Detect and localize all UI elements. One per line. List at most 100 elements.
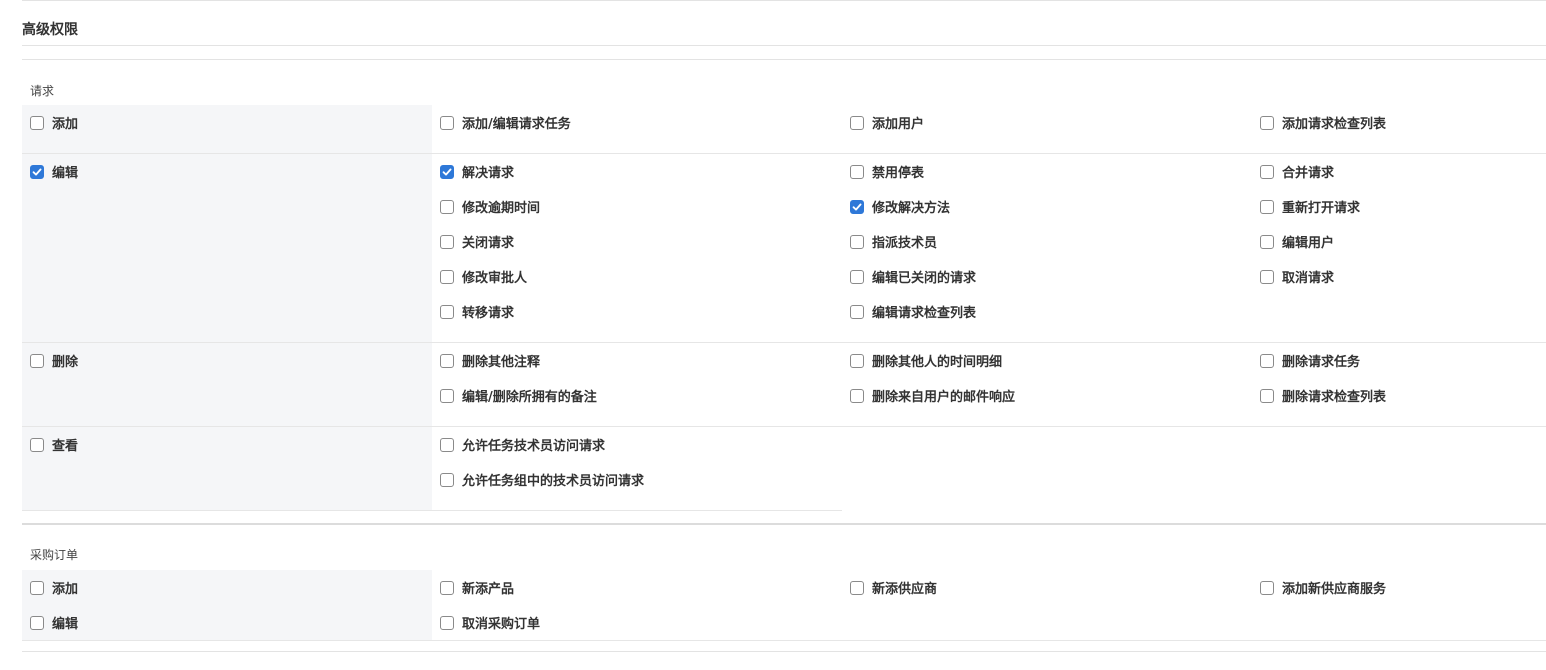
permission-checkbox[interactable]: 添加用户 — [842, 105, 1252, 140]
permission-label: 指派技术员 — [872, 236, 938, 251]
permission-label: 转移请求 — [462, 306, 515, 321]
permission-checkbox[interactable]: 删除请求检查列表 — [1252, 378, 1546, 413]
checkbox[interactable] — [440, 472, 454, 487]
permission-group-checkbox[interactable]: 添加 — [22, 570, 432, 605]
checkbox[interactable] — [850, 199, 864, 214]
permission-label: 修改审批人 — [462, 271, 528, 286]
permission-column: 删除其他注释 编辑/删除所拥有的备注 — [432, 343, 842, 426]
checkbox[interactable] — [30, 437, 44, 452]
permission-checkbox[interactable]: 指派技术员 — [842, 224, 1252, 259]
permission-column — [842, 427, 1252, 510]
checkbox[interactable] — [30, 353, 44, 368]
permission-column: 添加/编辑请求任务 — [432, 105, 842, 153]
checkbox[interactable] — [1260, 580, 1274, 595]
checkbox[interactable] — [440, 304, 454, 319]
permission-group-checkbox[interactable]: 删除 — [22, 343, 432, 378]
permission-checkbox[interactable]: 新添产品 — [432, 570, 842, 605]
permission-column: 添加用户 — [842, 105, 1252, 153]
checkbox[interactable] — [850, 115, 864, 130]
checkbox[interactable] — [440, 437, 454, 452]
permission-label: 添加请求检查列表 — [1282, 117, 1387, 132]
permission-column — [1252, 427, 1546, 510]
permission-label: 编辑 — [52, 617, 79, 632]
bottom-divider — [22, 651, 1546, 652]
permission-group-cell: 查看 — [22, 427, 432, 510]
permission-group-checkbox[interactable]: 添加 — [22, 105, 432, 140]
checkbox[interactable] — [440, 115, 454, 130]
permission-checkbox[interactable]: 添加新供应商服务 — [1252, 570, 1546, 605]
checkbox[interactable] — [1260, 353, 1274, 368]
permission-label: 允许任务组中的技术员访问请求 — [462, 474, 645, 489]
checkbox[interactable] — [850, 164, 864, 179]
permission-checkbox[interactable]: 取消请求 — [1252, 259, 1546, 294]
permission-label: 查看 — [52, 439, 79, 454]
checkbox[interactable] — [1260, 388, 1274, 403]
checkbox[interactable] — [1260, 164, 1274, 179]
permission-checkbox[interactable]: 修改审批人 — [432, 259, 842, 294]
permission-checkbox[interactable]: 删除请求任务 — [1252, 343, 1546, 378]
permission-group-checkbox[interactable]: 查看 — [22, 427, 432, 462]
permission-group-cell: 编辑 — [22, 605, 432, 640]
section-title-purchase-orders: 采购订单 — [30, 548, 79, 562]
permission-checkbox[interactable]: 编辑已关闭的请求 — [842, 259, 1252, 294]
permission-checkbox[interactable]: 关闭请求 — [432, 224, 842, 259]
permission-column: 取消采购订单 — [432, 605, 842, 640]
checkbox[interactable] — [1260, 269, 1274, 284]
permission-checkbox[interactable]: 编辑用户 — [1252, 224, 1546, 259]
permission-checkbox[interactable]: 允许任务技术员访问请求 — [432, 427, 842, 462]
checkbox[interactable] — [850, 353, 864, 368]
checkbox[interactable] — [850, 388, 864, 403]
permission-checkbox[interactable]: 删除其他注释 — [432, 343, 842, 378]
permission-label: 取消采购订单 — [462, 617, 541, 632]
permission-column — [1252, 605, 1546, 640]
checkbox[interactable] — [440, 353, 454, 368]
permission-checkbox[interactable]: 解决请求 — [432, 154, 842, 189]
permission-checkbox[interactable]: 添加请求检查列表 — [1252, 105, 1546, 140]
permission-checkbox[interactable]: 删除来自用户的邮件响应 — [842, 378, 1252, 413]
permission-column: 禁用停表 修改解决方法指派技术员编辑已关闭的请求编辑请求检查列表 — [842, 154, 1252, 342]
checkbox[interactable] — [850, 269, 864, 284]
permission-checkbox[interactable]: 禁用停表 — [842, 154, 1252, 189]
permission-label: 解决请求 — [462, 166, 515, 181]
permission-label: 编辑请求检查列表 — [872, 306, 977, 321]
checkbox[interactable] — [1260, 115, 1274, 130]
checkbox[interactable] — [30, 615, 44, 630]
checkbox[interactable] — [440, 199, 454, 214]
requests-permissions-grid: 添加 添加/编辑请求任务 添加用户 添加请求检查列表 编辑 解决请求 修改逾期时间 关闭请求修… — [22, 105, 1546, 511]
permission-label: 添加/编辑请求任务 — [462, 117, 571, 132]
permission-checkbox[interactable]: 合并请求 — [1252, 154, 1546, 189]
permission-label: 删除其他人的时间明细 — [872, 355, 1003, 370]
checkbox[interactable] — [850, 304, 864, 319]
permission-label: 删除来自用户的邮件响应 — [872, 390, 1016, 405]
permission-checkbox[interactable]: 添加/编辑请求任务 — [432, 105, 842, 140]
checkbox[interactable] — [30, 580, 44, 595]
permission-label: 允许任务技术员访问请求 — [462, 439, 606, 454]
permission-checkbox[interactable]: 删除其他人的时间明细 — [842, 343, 1252, 378]
permission-group-checkbox[interactable]: 编辑 — [22, 605, 432, 640]
permission-checkbox[interactable]: 重新打开请求 — [1252, 189, 1546, 224]
checkbox[interactable] — [850, 234, 864, 249]
divider — [22, 45, 1546, 46]
permission-checkbox[interactable]: 新添供应商 — [842, 570, 1252, 605]
permission-group-checkbox[interactable]: 编辑 — [22, 154, 432, 189]
checkbox[interactable] — [440, 615, 454, 630]
permission-label: 关闭请求 — [462, 236, 515, 251]
checkbox[interactable] — [1260, 199, 1274, 214]
checkbox[interactable] — [440, 388, 454, 403]
permission-checkbox[interactable]: 修改解决方法 — [842, 189, 1252, 224]
checkbox[interactable] — [440, 580, 454, 595]
checkbox[interactable] — [30, 164, 44, 179]
permission-checkbox[interactable]: 取消采购订单 — [432, 605, 842, 640]
checkbox[interactable] — [1260, 234, 1274, 249]
checkbox[interactable] — [440, 234, 454, 249]
permission-checkbox[interactable]: 转移请求 — [432, 294, 842, 329]
checkbox[interactable] — [440, 164, 454, 179]
checkbox[interactable] — [30, 115, 44, 130]
checkbox[interactable] — [850, 580, 864, 595]
permission-checkbox[interactable]: 编辑/删除所拥有的备注 — [432, 378, 842, 413]
permission-checkbox[interactable]: 允许任务组中的技术员访问请求 — [432, 462, 842, 497]
permission-label: 添加用户 — [872, 117, 925, 132]
checkbox[interactable] — [440, 269, 454, 284]
permission-checkbox[interactable]: 编辑请求检查列表 — [842, 294, 1252, 329]
permission-checkbox[interactable]: 修改逾期时间 — [432, 189, 842, 224]
